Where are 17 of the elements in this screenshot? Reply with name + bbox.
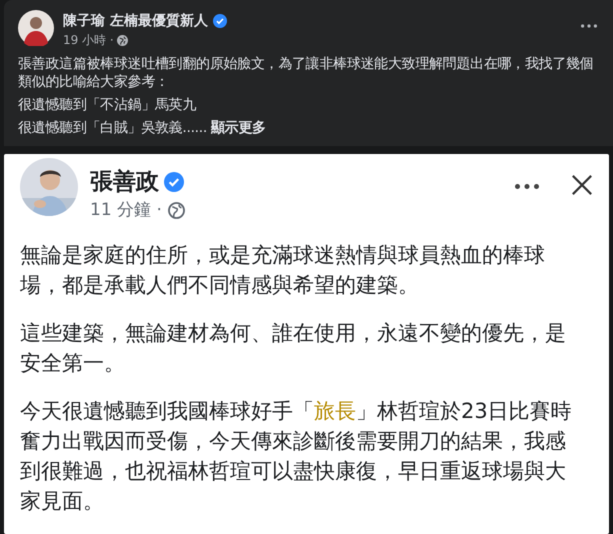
author-name[interactable]: 陳子瑜 左楠最優質新人 <box>63 12 208 31</box>
globe-icon <box>116 34 128 46</box>
close-icon <box>571 174 593 196</box>
post-text: 很遺憾聽到「白賊」吳敦義...... <box>18 120 207 136</box>
post-text: 張善政這篇被棒球迷吐槽到翻的原始臉文，為了讓非棒球迷能大致理解問題出在哪，我找了幾個類似的比喻給大家參考： <box>18 56 594 90</box>
see-more-link[interactable]: 顯示更多 <box>211 120 266 136</box>
more-options-icon[interactable] <box>581 24 597 28</box>
post-text: 這些建築，無論建材為何、誰在使用，永遠不變的優先，是安全第一。 <box>20 320 567 377</box>
post-text: 今天很遺憾聽到我國棒球好手「旅長」林哲瑄於23日比賽時奮力出戰因而受傷，今天傳來診斷後需要開刀的結果，我感到很難過，也祝福林哲瑄可以盡快康復，早日重返球場與大家見面。 <box>20 398 573 515</box>
avatar-icon[interactable] <box>18 10 54 46</box>
more-options-icon <box>515 184 539 189</box>
post-time[interactable]: 19 小時 · <box>63 31 114 49</box>
post-time: 11 分鐘 · <box>90 199 162 222</box>
author-name: 張善政 <box>90 168 159 196</box>
post-text: 很遺憾聽到「不沾鍋」馬英九 <box>18 97 196 113</box>
post-text: 無論是家庭的住所，或是充滿球迷熱情與球員熱血的棒球場，都是承載人們不同情感與希望的建築。 <box>20 242 546 299</box>
globe-icon <box>168 202 185 218</box>
